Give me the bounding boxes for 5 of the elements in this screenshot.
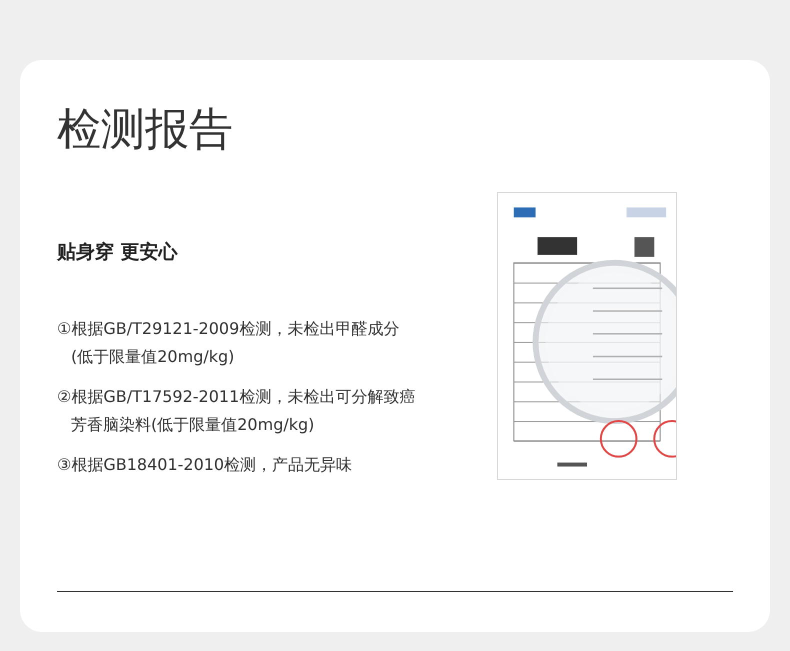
- test-result-text: ③根据GB18401-2010检测，产品无异味: [57, 454, 352, 476]
- test-result-text: ①根据GB/T29121-2009检测，未检出甲醛成分 (低于限量值20mg/kg): [57, 318, 400, 368]
- test-result-text: ②根据GB/T17592-2011检测，未检出可分解致癌 芳香脑染料(低于限量值20mg/kg): [57, 386, 416, 436]
- page-title: 检测报告: [57, 103, 233, 157]
- subtitle: 贴身穿 更安心: [57, 240, 178, 265]
